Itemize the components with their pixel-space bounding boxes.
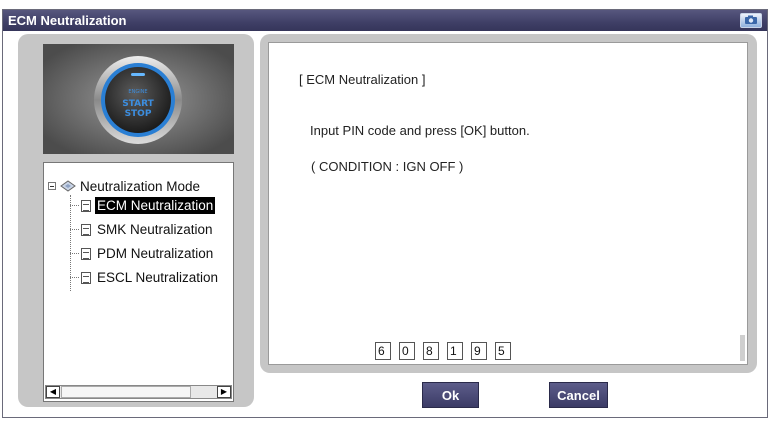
scroll-left-icon[interactable]: ◀ xyxy=(46,386,60,398)
right-panel: [ ECM Neutralization ] Input PIN code an… xyxy=(260,34,757,373)
tree-item-label: PDM Neutralization xyxy=(97,246,214,261)
tree-item-label: ESCL Neutralization xyxy=(97,270,219,285)
cancel-button[interactable]: Cancel xyxy=(549,382,608,408)
svg-text:ENGINE: ENGINE xyxy=(128,89,147,95)
modes-folder-icon xyxy=(60,180,76,192)
document-icon xyxy=(81,271,91,284)
tree-item-smk-neutralization[interactable]: SMK Neutralization xyxy=(70,220,215,239)
tree-item-ecm-neutralization[interactable]: ECM Neutralization xyxy=(70,196,216,215)
start-stop-button-image: ENGINE START STOP xyxy=(43,44,234,154)
pin-digit-3[interactable]: 8 xyxy=(423,342,439,360)
window-title: ECM Neutralization xyxy=(8,13,127,28)
tree-root[interactable]: Neutralization Mode xyxy=(48,177,200,195)
tree-item-label: ECM Neutralization xyxy=(95,197,216,214)
pin-code-input: 6 0 8 1 9 5 xyxy=(375,342,519,360)
document-icon xyxy=(81,199,91,212)
mode-tree: Neutralization Mode ECM Neutralization S… xyxy=(43,162,234,402)
scroll-right-icon[interactable]: ▶ xyxy=(217,386,231,398)
tree-item-escl-neutralization[interactable]: ESCL Neutralization xyxy=(70,268,220,287)
left-panel: ENGINE START STOP Neutralization Mode EC… xyxy=(18,34,254,407)
pin-digit-1[interactable]: 6 xyxy=(375,342,391,360)
document-icon xyxy=(81,223,91,236)
horizontal-scrollbar[interactable]: ◀ ▶ xyxy=(45,385,232,399)
tree-item-pdm-neutralization[interactable]: PDM Neutralization xyxy=(70,244,215,263)
vertical-scrollbar[interactable] xyxy=(740,335,745,361)
condition-text: ( CONDITION : IGN OFF ) xyxy=(311,159,464,174)
pin-digit-5[interactable]: 9 xyxy=(471,342,487,360)
content-heading: [ ECM Neutralization ] xyxy=(299,72,426,87)
svg-text:STOP: STOP xyxy=(125,109,152,119)
document-icon xyxy=(81,247,91,260)
tree-item-label: SMK Neutralization xyxy=(97,222,213,237)
svg-text:START: START xyxy=(122,99,154,109)
instruction-text: Input PIN code and press [OK] button. xyxy=(310,123,530,138)
ok-button[interactable]: Ok xyxy=(422,382,479,408)
tree-root-label: Neutralization Mode xyxy=(80,178,201,194)
pin-digit-6[interactable]: 5 xyxy=(495,342,511,360)
scrollbar-thumb[interactable] xyxy=(61,386,191,398)
camera-icon[interactable] xyxy=(740,13,762,28)
content-area: [ ECM Neutralization ] Input PIN code an… xyxy=(268,42,748,365)
pin-digit-2[interactable]: 0 xyxy=(399,342,415,360)
collapse-icon[interactable] xyxy=(48,182,56,190)
pin-digit-4[interactable]: 1 xyxy=(447,342,463,360)
title-bar: ECM Neutralization xyxy=(3,10,767,31)
